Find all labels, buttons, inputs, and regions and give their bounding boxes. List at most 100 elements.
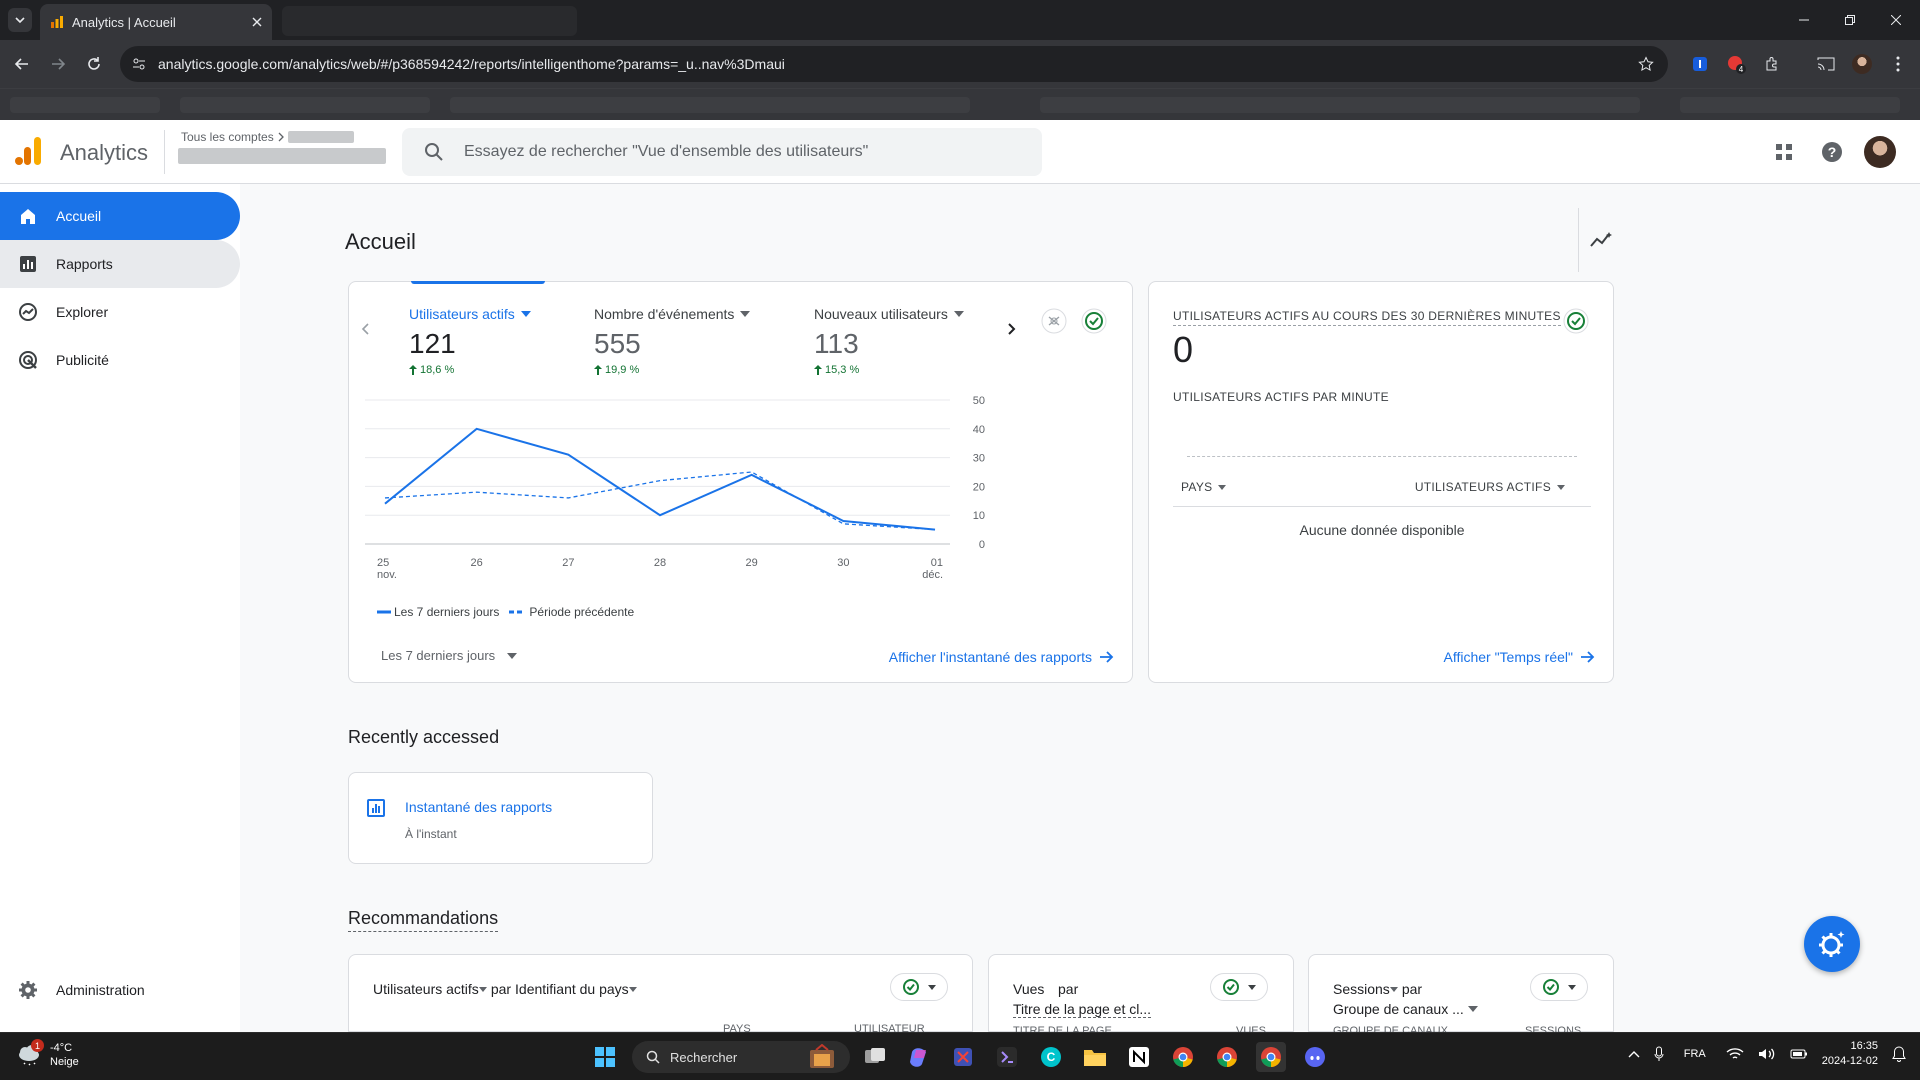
browser-tab-inactive[interactable] [282,6,577,36]
browser-menu-icon[interactable] [1886,52,1910,76]
close-window-icon[interactable] [1886,10,1906,30]
sidebar-item-administration[interactable]: Administration [0,966,240,1014]
sidebar-item-explorer[interactable]: Explorer [0,288,240,336]
extension-red-icon[interactable]: 4 [1724,52,1748,76]
svg-text:?: ? [1828,144,1837,160]
bookmark-item[interactable] [450,97,970,113]
cast-icon[interactable] [1814,52,1838,76]
reco-dimension-selector[interactable]: Identifiant du pays [515,981,629,997]
chrome-active-icon[interactable] [1256,1042,1286,1072]
browser-tab-active[interactable]: Analytics | Accueil [40,4,272,40]
close-tab-icon[interactable] [252,17,262,27]
reco-card-heading: Sessions par [1333,981,1422,997]
col-country-header[interactable]: PAYS [1181,480,1227,494]
bookmark-item[interactable] [10,97,160,113]
caret-down-icon[interactable] [740,311,751,317]
sidebar-item-publicite[interactable]: Publicité [0,336,240,384]
recommendations-title[interactable]: Recommandations [348,908,499,932]
recent-item-title[interactable]: Instantané des rapports [405,799,552,815]
copilot-icon[interactable] [904,1042,934,1072]
metric-new-users[interactable]: Nouveaux utilisateurs 113 15,3 % [814,306,964,376]
back-icon[interactable] [10,52,34,76]
check-circle-icon[interactable] [1563,308,1589,334]
tab-search-button[interactable] [8,8,32,32]
notification-bell-icon[interactable] [1892,1046,1906,1062]
reco-metric-selector[interactable]: Sessions [1333,981,1390,997]
y-tick-label: 0 [979,539,985,551]
reco-status-pill[interactable] [1530,973,1588,1001]
bookmark-star-icon[interactable] [1638,56,1654,72]
discord-icon[interactable] [1300,1042,1330,1072]
microphone-icon[interactable] [1654,1046,1664,1062]
insights-icon[interactable] [1588,226,1616,254]
account-selector[interactable]: Tous les comptes [181,130,354,144]
app-name[interactable]: Analytics [60,140,148,166]
weather-badge: 1 [31,1039,44,1052]
help-icon[interactable]: ? [1820,140,1844,164]
sidebar-item-rapports[interactable]: Rapports [0,240,240,288]
reco-status-pill[interactable] [1210,973,1268,1001]
x-tick-label: 01 [931,557,943,569]
realtime-title[interactable]: UTILISATEURS ACTIFS AU COURS DES 30 DERN… [1173,309,1561,326]
minimize-icon[interactable] [1794,10,1814,30]
sidebar-item-label: Administration [56,982,145,998]
apps-grid-icon[interactable] [1772,140,1796,164]
col-users-header[interactable]: UTILISATEURS ACTIFS [1415,480,1565,494]
weather-widget[interactable]: 1 -4°C Neige [16,1039,79,1069]
volume-icon[interactable] [1758,1047,1776,1061]
date-range-selector[interactable]: Les 7 derniers jours [381,648,518,663]
x-tick-label: déc. [922,569,943,581]
recent-item-card[interactable]: Instantané des rapports À l'instant [348,772,653,864]
chrome-profile-icon[interactable] [1212,1042,1242,1072]
caret-down-icon[interactable] [520,311,531,317]
view-reports-snapshot-link[interactable]: Afficher l'instantané des rapports [889,649,1114,665]
chevron-left-icon[interactable] [359,322,373,336]
caret-down-icon[interactable] [953,311,964,317]
reload-icon[interactable] [82,52,106,76]
taskbar-search[interactable]: Rechercher [632,1041,850,1073]
tray-overflow-icon[interactable] [1628,1050,1640,1058]
check-circle-icon[interactable] [1081,308,1107,334]
reco-metric-selector[interactable]: Vues [1013,981,1044,997]
x-tick-label: 30 [837,557,849,569]
reco-dimension-selector[interactable]: Groupe de canaux ... [1333,1001,1464,1017]
metric-event-count[interactable]: Nombre d'événements 555 19,9 % [594,306,751,376]
view-realtime-link[interactable]: Afficher "Temps réel" [1443,649,1595,665]
bookmark-item[interactable] [1680,97,1900,113]
extensions-puzzle-icon[interactable] [1760,52,1784,76]
file-explorer-icon[interactable] [1080,1042,1110,1072]
clock-time: 16:35 [1850,1040,1878,1052]
user-avatar[interactable] [1864,136,1896,168]
reco-status-pill[interactable] [890,973,948,1001]
property-name-redacted[interactable] [178,148,386,164]
site-info-icon[interactable] [132,57,146,71]
anomaly-icon[interactable] [1041,308,1067,334]
settings-fab[interactable] [1804,916,1860,972]
bookmark-item[interactable] [1040,97,1640,113]
forward-icon[interactable] [46,52,70,76]
metric-active-users[interactable]: Utilisateurs actifs 121 18,6 % [409,306,531,376]
reco-dimension-selector[interactable]: Titre de la page et cl... [1013,1001,1151,1018]
battery-icon[interactable] [1790,1048,1808,1060]
analytics-logo-icon[interactable] [14,136,42,166]
profile-avatar-icon[interactable] [1850,52,1874,76]
chrome-icon[interactable] [1168,1042,1198,1072]
search-bar[interactable]: Essayez de rechercher "Vue d'ensemble de… [402,128,1042,176]
visual-studio-icon[interactable] [992,1042,1022,1072]
clock[interactable]: 16:35 2024-12-02 [1822,1039,1878,1069]
restore-icon[interactable] [1840,10,1860,30]
canva-icon[interactable]: C [1036,1042,1066,1072]
legend-solid-swatch [377,610,391,614]
task-view-icon[interactable] [860,1042,890,1072]
reco-metric-selector[interactable]: Utilisateurs actifs [373,981,479,997]
address-bar[interactable]: analytics.google.com/analytics/web/#/p36… [120,46,1668,82]
language-indicator[interactable]: FRA [1684,1048,1706,1060]
windows-start-icon[interactable] [590,1042,620,1072]
chevron-right-icon[interactable] [1004,322,1018,336]
notion-icon[interactable] [1124,1042,1154,1072]
wifi-icon[interactable] [1726,1047,1744,1061]
snipping-tool-icon[interactable] [948,1042,978,1072]
sidebar-item-accueil[interactable]: Accueil [0,192,240,240]
bookmark-item[interactable] [180,97,430,113]
extension-bitwarden-icon[interactable] [1688,52,1712,76]
